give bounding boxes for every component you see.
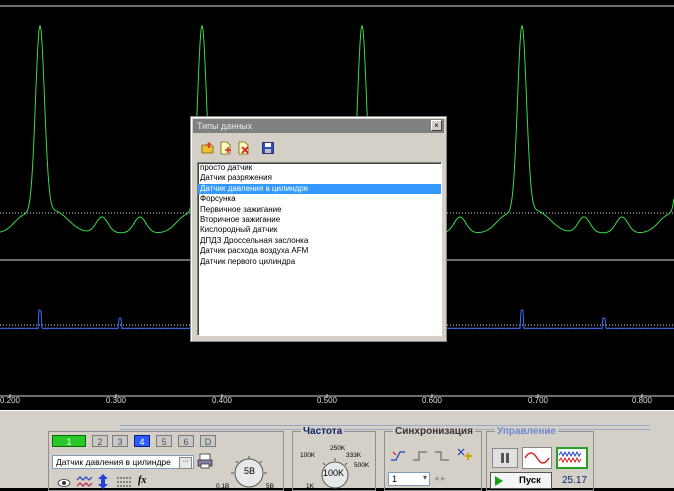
waveform-style-icon[interactable]: [76, 475, 94, 489]
readout-value: 25.17: [562, 475, 588, 486]
freq-label-250k: 250K: [330, 445, 346, 452]
x-tick-label: 0.700: [527, 396, 549, 405]
channel-tab-3[interactable]: 3: [112, 435, 128, 447]
x-tick-label: 0.600: [421, 396, 443, 405]
list-item[interactable]: просто датчик: [198, 163, 441, 173]
sync-rising-edge-icon[interactable]: [390, 449, 406, 463]
sync-step-icon[interactable]: [412, 449, 428, 463]
start-button-label: Пуск: [519, 475, 541, 486]
list-item[interactable]: Вторичное зажигание: [198, 215, 441, 225]
open-folder-icon[interactable]: [201, 141, 215, 155]
close-icon[interactable]: ×: [431, 120, 442, 131]
x-tick-label: 0.400: [211, 396, 233, 405]
vertical-scale-icon[interactable]: [97, 474, 109, 489]
x-tick-label: 0.300: [105, 396, 127, 405]
freq-label-100k: 100K: [300, 452, 316, 459]
channel-tab-1[interactable]: 1: [52, 435, 86, 447]
printer-icon[interactable]: [197, 453, 213, 469]
pause-icon: [501, 453, 509, 463]
list-item[interactable]: Датчик разряжения: [198, 173, 441, 183]
volt-knob-max: 5В: [266, 483, 274, 490]
x-axis-labels: 0.200 0.300 0.400 0.500 0.600 0.700 0.80…: [0, 396, 674, 410]
sensor-type-browse-button[interactable]: ···: [179, 457, 192, 469]
volt-knob-value: 5В: [244, 466, 256, 476]
add-file-icon[interactable]: [219, 141, 233, 155]
delete-file-icon[interactable]: [237, 141, 251, 155]
splitter-handle[interactable]: [120, 425, 650, 430]
channel-tab-6[interactable]: 6: [178, 435, 194, 447]
channel-tab-4[interactable]: 4: [134, 435, 150, 447]
noise-wave-icon: [558, 450, 582, 464]
sensor-type-value: Датчик давления в цилиндре: [56, 457, 171, 467]
channel-tab-2[interactable]: 2: [92, 435, 108, 447]
list-item-selected[interactable]: Датчик давления в цилиндре: [198, 183, 441, 195]
sine-mode-button[interactable]: [522, 447, 552, 469]
sync-channel-select[interactable]: 1 ▾: [388, 472, 430, 486]
chevron-down-icon: ▾: [422, 473, 427, 482]
control-panel: 1 2 3 4 5 6 D Датчик давления в цилиндре…: [0, 410, 674, 491]
volt-knob-min: 0.1В: [216, 483, 230, 490]
eye-icon[interactable]: [56, 477, 72, 489]
play-icon: [495, 476, 503, 486]
sensor-type-field[interactable]: Датчик давления в цилиндре ···: [52, 455, 194, 469]
x-tick-label: 0.800: [631, 396, 653, 405]
list-item[interactable]: Датчик расхода воздуха AFM: [198, 246, 441, 256]
list-item[interactable]: Кислородный датчик: [198, 225, 441, 235]
start-button[interactable]: Пуск: [490, 472, 552, 489]
sync-falling-edge-icon[interactable]: [434, 449, 450, 463]
list-item[interactable]: Форсунка: [198, 194, 441, 204]
list-item[interactable]: Первичное зажигание: [198, 205, 441, 215]
list-item[interactable]: ДПДЗ Дроссельная заслонка: [198, 236, 441, 246]
frequency-value: 100K: [323, 468, 345, 478]
frequency-title: Частота: [301, 426, 345, 437]
list-item[interactable]: Датчик первого цилиндра: [198, 257, 441, 267]
sine-wave-icon: [524, 452, 550, 464]
freq-label-1k: 1K: [306, 483, 314, 490]
data-types-dialog: Типы данных × просто датчик Датчик разря…: [190, 116, 447, 342]
sync-channel-value: 1: [392, 474, 398, 484]
sync-arrows-icon[interactable]: ◂ ▸: [434, 473, 446, 484]
dialog-title: Типы данных: [197, 121, 253, 131]
sync-title: Синхронизация: [393, 426, 475, 437]
freq-label-333k: 333K: [346, 452, 362, 459]
pause-button[interactable]: [492, 448, 518, 468]
noise-mode-button[interactable]: [556, 447, 588, 469]
x-tick-label: 0.200: [0, 396, 21, 405]
data-types-list[interactable]: просто датчик Датчик разряжения Датчик д…: [197, 162, 442, 336]
dialog-title-bar[interactable]: Типы данных ×: [193, 119, 444, 133]
channel-tab-5[interactable]: 5: [156, 435, 172, 447]
channel-tab-d[interactable]: D: [200, 435, 216, 447]
freq-label-500k: 500K: [354, 462, 370, 469]
save-disk-icon[interactable]: [261, 141, 275, 155]
fx-button[interactable]: fx: [138, 475, 146, 486]
control-title: Управление: [495, 426, 559, 437]
lines-icon[interactable]: [116, 476, 132, 488]
x-tick-label: 0.500: [316, 396, 338, 405]
auto-sync-icon[interactable]: [456, 447, 474, 463]
